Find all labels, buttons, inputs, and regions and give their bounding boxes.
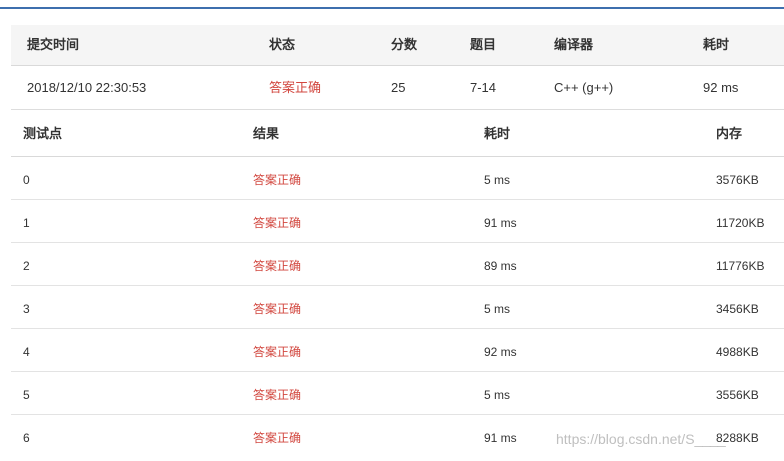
case-id: 3 — [23, 302, 30, 316]
header-time: 耗时 — [484, 126, 511, 141]
case-result: 答案正确 — [253, 431, 302, 445]
header-score: 分数 — [391, 37, 418, 52]
table-row: 1 答案正确 91 ms 11720KB — [11, 200, 784, 243]
table-row: 3 答案正确 5 ms 3456KB — [11, 286, 784, 329]
header-status: 状态 — [269, 37, 296, 52]
case-memory: 11776KB — [716, 259, 765, 273]
case-id: 4 — [23, 345, 30, 359]
submission-header-row: 提交时间 状态 分数 题目 编译器 耗时 — [11, 25, 784, 66]
case-result: 答案正确 — [253, 173, 302, 187]
case-result: 答案正确 — [253, 345, 302, 359]
case-id: 1 — [23, 216, 30, 230]
test-cases-table: 测试点 结果 耗时 内存 0 答案正确 5 ms 3576KB 1 答案正确 9… — [11, 111, 784, 457]
table-row: 0 答案正确 5 ms 3576KB — [11, 157, 784, 200]
case-time: 5 ms — [484, 173, 511, 187]
header-case-id: 测试点 — [23, 126, 63, 141]
case-memory: 11720KB — [716, 216, 765, 230]
case-time: 92 ms — [484, 345, 517, 359]
case-memory: 3456KB — [716, 302, 759, 316]
case-memory: 3556KB — [716, 388, 759, 402]
case-result: 答案正确 — [253, 302, 302, 316]
submission-table: 提交时间 状态 分数 题目 编译器 耗时 2018/12/10 22:30:53… — [11, 25, 784, 110]
header-submit-time: 提交时间 — [27, 37, 80, 52]
case-time: 5 ms — [484, 388, 511, 402]
table-row: 4 答案正确 92 ms 4988KB — [11, 329, 784, 372]
table-row: 2 答案正确 89 ms 11776KB — [11, 243, 784, 286]
case-time: 89 ms — [484, 259, 517, 273]
table-row: 5 答案正确 5 ms 3556KB — [11, 372, 784, 415]
header-compiler: 编译器 — [554, 37, 594, 52]
status-badge[interactable]: 答案正确 — [269, 66, 321, 110]
top-accent-line — [0, 7, 784, 9]
header-problem: 题目 — [470, 37, 497, 52]
problem-id[interactable]: 7-14 — [470, 66, 496, 110]
header-cost: 耗时 — [703, 37, 730, 52]
submit-time: 2018/12/10 22:30:53 — [27, 80, 147, 95]
case-id: 0 — [23, 173, 30, 187]
compiler-value: C++ (g++) — [554, 80, 614, 95]
submission-row: 2018/12/10 22:30:53 答案正确 25 7-14 C++ (g+… — [11, 66, 784, 110]
case-result: 答案正确 — [253, 216, 302, 230]
watermark-text: https://blog.csdn.net/S____ — [556, 431, 726, 447]
case-memory: 3576KB — [716, 173, 759, 187]
case-result: 答案正确 — [253, 388, 302, 402]
header-memory: 内存 — [716, 126, 743, 141]
header-result: 结果 — [253, 126, 280, 141]
case-id: 6 — [23, 431, 30, 445]
case-memory: 4988KB — [716, 345, 759, 359]
cost-value: 92 ms — [703, 80, 739, 95]
case-time: 91 ms — [484, 216, 517, 230]
case-result: 答案正确 — [253, 259, 302, 273]
case-id: 2 — [23, 259, 30, 273]
case-id: 5 — [23, 388, 30, 402]
score-value: 25 — [391, 80, 406, 95]
case-time: 5 ms — [484, 302, 511, 316]
case-time: 91 ms — [484, 431, 517, 445]
cases-header-row: 测试点 结果 耗时 内存 — [11, 111, 784, 157]
